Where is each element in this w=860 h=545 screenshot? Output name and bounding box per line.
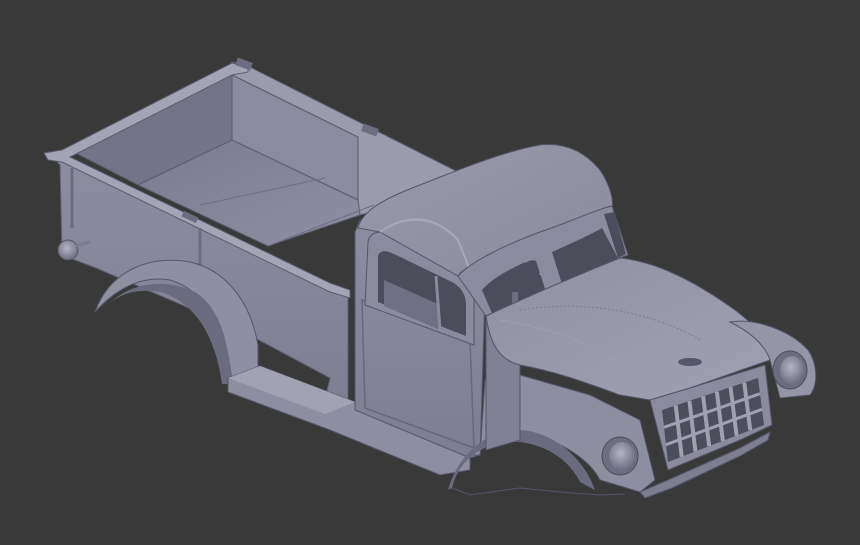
headlamp-near	[601, 436, 639, 476]
tail-knob	[57, 239, 79, 261]
fender-lower-edge	[451, 487, 626, 496]
truck-render	[43, 57, 817, 499]
3d-viewport[interactable]	[0, 0, 860, 545]
headlamp-far	[772, 350, 808, 390]
hood-ornament	[678, 358, 702, 366]
